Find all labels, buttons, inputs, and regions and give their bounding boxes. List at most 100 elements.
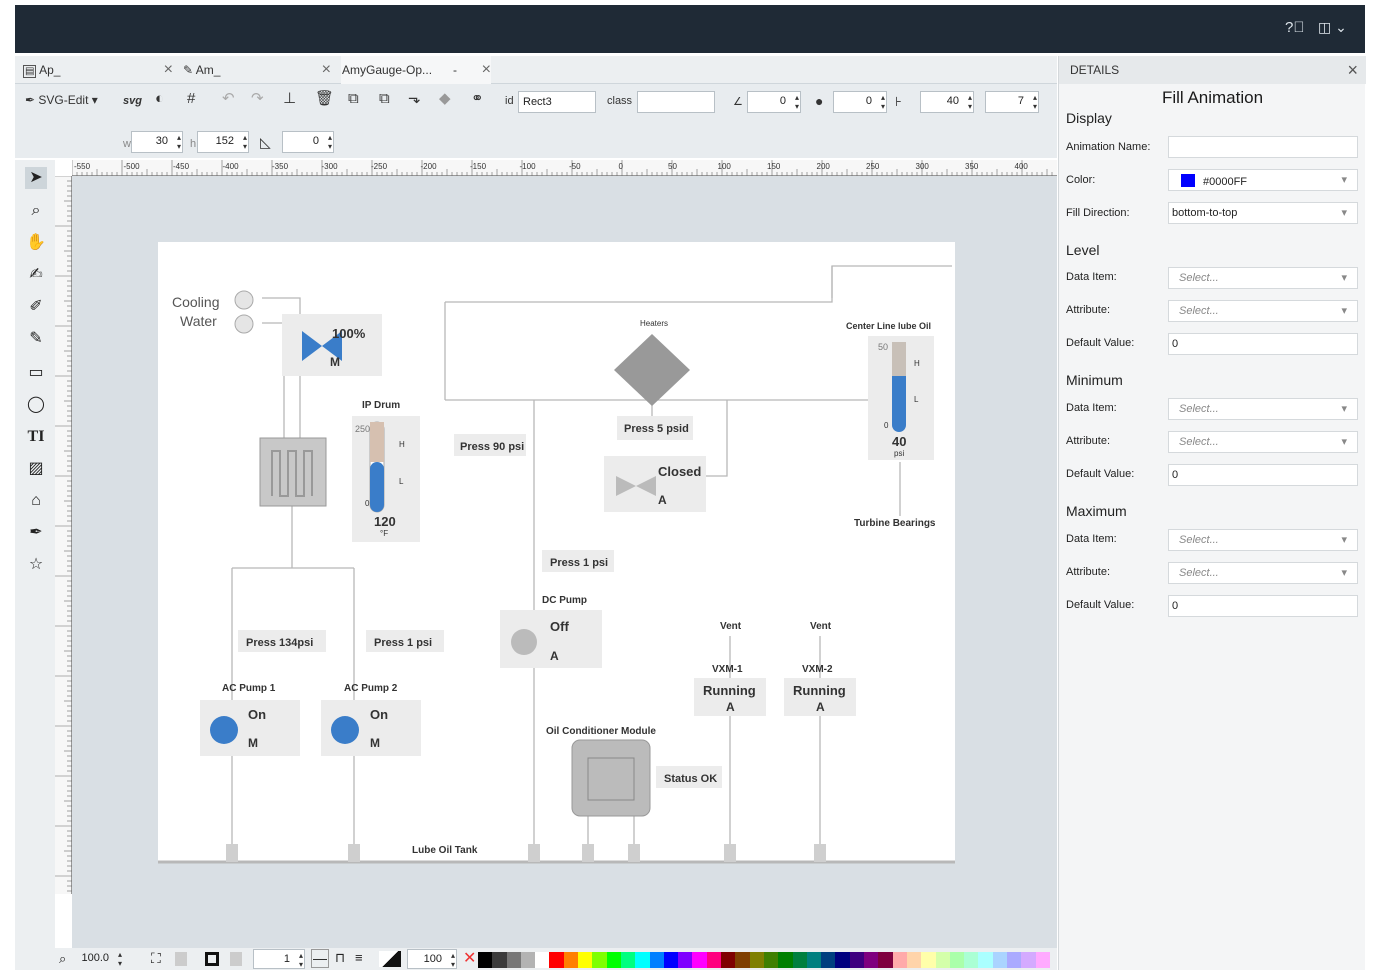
palette-swatch[interactable] [821, 952, 836, 968]
palette-swatch[interactable] [478, 952, 493, 968]
image-tool-icon[interactable]: ▨ [25, 458, 47, 480]
redo-icon[interactable]: ↷ [251, 90, 264, 108]
convert-path-icon[interactable]: ◆ [439, 90, 451, 108]
palette-swatch[interactable] [492, 952, 507, 968]
palette-swatch[interactable] [706, 952, 722, 968]
y-input[interactable]: 7 [985, 91, 1039, 113]
minimum-default-input[interactable]: 0 [1168, 464, 1358, 486]
fill-bucket-icon[interactable]: ⛶ [151, 950, 161, 967]
clone-icon[interactable]: ⧉ [348, 90, 359, 108]
maximum-data-item-select[interactable]: Select... [1168, 529, 1358, 551]
linecap-icon[interactable]: ≡ [355, 950, 363, 965]
palette-swatch[interactable] [649, 952, 664, 968]
palette-swatch[interactable] [835, 952, 850, 968]
freehand-tool-icon[interactable]: ✍ [25, 264, 47, 286]
color-select[interactable]: #0000FF [1168, 169, 1358, 191]
palette-swatch[interactable] [1021, 952, 1036, 968]
svg-edit-menu[interactable]: ✒ SVG-Edit ▾ [25, 91, 98, 109]
palette-swatch[interactable] [735, 952, 750, 968]
palette-swatch[interactable] [763, 952, 779, 968]
wireframe-icon[interactable]: ◐ [155, 90, 164, 108]
help-circle-icon[interactable]: ?⃝ [1285, 19, 1305, 36]
pan-tool-icon[interactable]: ✋ [25, 232, 47, 254]
copy-icon[interactable]: ⧉ [379, 90, 390, 108]
tab-minimize[interactable]: - [453, 56, 457, 84]
palette-swatch[interactable] [749, 952, 764, 968]
tab-am[interactable]: ✎ Am_ × [183, 56, 331, 84]
close-icon[interactable]: × [1347, 56, 1358, 84]
fill-swatch[interactable] [175, 952, 187, 966]
animation-name-input[interactable] [1168, 136, 1358, 158]
palette-swatch[interactable] [606, 952, 621, 968]
palette-swatch[interactable] [849, 952, 865, 968]
no-color-icon[interactable]: ✕ [463, 948, 476, 968]
close-icon[interactable]: × [164, 56, 173, 84]
rect-tool-icon[interactable]: ▭ [25, 362, 47, 384]
level-data-item-select[interactable]: Select... [1168, 267, 1358, 289]
palette-swatch[interactable] [792, 952, 807, 968]
link-icon[interactable]: ⚭ [471, 90, 484, 108]
close-icon[interactable]: × [482, 56, 491, 84]
palette-swatch[interactable] [992, 952, 1007, 968]
stroke-color-swatch[interactable] [230, 952, 242, 966]
minimum-data-item-select[interactable]: Select... [1168, 398, 1358, 420]
stroke-style-icon[interactable]: — [311, 949, 329, 968]
grid-icon[interactable]: # [187, 90, 195, 108]
palette-swatch[interactable] [864, 952, 879, 968]
maximum-attribute-select[interactable]: Select... [1168, 562, 1358, 584]
ellipse-tool-icon[interactable]: ◯ [25, 394, 47, 416]
drawing-canvas[interactable]: Cooling Water 100% M IP Drum 250 H L 0 1… [72, 176, 1057, 948]
tab-amygauge[interactable]: AmyGauge-Op... - × [341, 56, 491, 84]
h-input[interactable]: 152 [197, 131, 249, 153]
opacity-input[interactable]: 100 [407, 949, 457, 969]
palette-swatch[interactable] [878, 952, 893, 968]
palette-swatch[interactable] [1006, 952, 1022, 968]
select-tool-icon[interactable]: ➤ [25, 167, 47, 189]
color-palette[interactable] [478, 952, 1050, 968]
stroke-width-input[interactable]: 1 [253, 949, 305, 969]
move-to-bottom-icon[interactable]: ⬎ [408, 90, 421, 108]
palette-swatch[interactable] [892, 952, 907, 968]
close-icon[interactable]: × [322, 56, 331, 84]
undo-icon[interactable]: ↶ [222, 90, 235, 108]
palette-swatch[interactable] [935, 952, 950, 968]
palette-swatch[interactable] [906, 952, 922, 968]
palette-swatch[interactable] [778, 952, 793, 968]
palette-swatch[interactable] [921, 952, 936, 968]
palette-swatch[interactable] [592, 952, 607, 968]
palette-swatch[interactable] [506, 952, 521, 968]
text-tool-icon[interactable]: TI [25, 426, 47, 448]
class-input[interactable] [637, 91, 715, 113]
fill-direction-select[interactable]: bottom-to-top [1168, 202, 1358, 224]
height-input[interactable]: 40 [920, 91, 974, 113]
palette-swatch[interactable] [678, 952, 693, 968]
zoom-input[interactable]: 100.0 [75, 949, 123, 969]
palette-swatch[interactable] [635, 952, 650, 968]
id-input[interactable]: Rect3 [518, 91, 596, 113]
palette-swatch[interactable] [549, 952, 564, 968]
level-attribute-select[interactable]: Select... [1168, 300, 1358, 322]
star-tool-icon[interactable]: ☆ [25, 554, 47, 576]
eyedropper-tool-icon[interactable]: ✒ [25, 522, 47, 544]
delete-icon[interactable]: 🗑 [315, 90, 334, 108]
width-input[interactable]: 30 [131, 131, 183, 153]
palette-swatch[interactable] [692, 952, 707, 968]
palette-swatch[interactable] [949, 952, 965, 968]
palette-swatch[interactable] [806, 952, 822, 968]
blur-input[interactable]: 0 [833, 91, 887, 113]
palette-swatch[interactable] [578, 952, 593, 968]
panel-layout-icon[interactable]: ◫ ⌄ [1318, 19, 1347, 36]
angle-input[interactable]: 0 [747, 91, 801, 113]
palette-swatch[interactable] [964, 952, 979, 968]
path-tool-icon[interactable]: ✎ [25, 328, 47, 350]
zoom-tool-icon[interactable]: ⌕ [25, 200, 47, 222]
maximum-default-input[interactable]: 0 [1168, 595, 1358, 617]
stamp-icon[interactable]: ⊥ [283, 90, 296, 108]
palette-swatch[interactable] [721, 952, 736, 968]
library-tool-icon[interactable]: ⌂ [25, 490, 47, 512]
palette-swatch[interactable] [520, 952, 536, 968]
line-tool-icon[interactable]: ✐ [25, 296, 47, 318]
palette-swatch[interactable] [563, 952, 579, 968]
palette-swatch[interactable] [535, 952, 550, 968]
palette-swatch[interactable] [978, 952, 993, 968]
